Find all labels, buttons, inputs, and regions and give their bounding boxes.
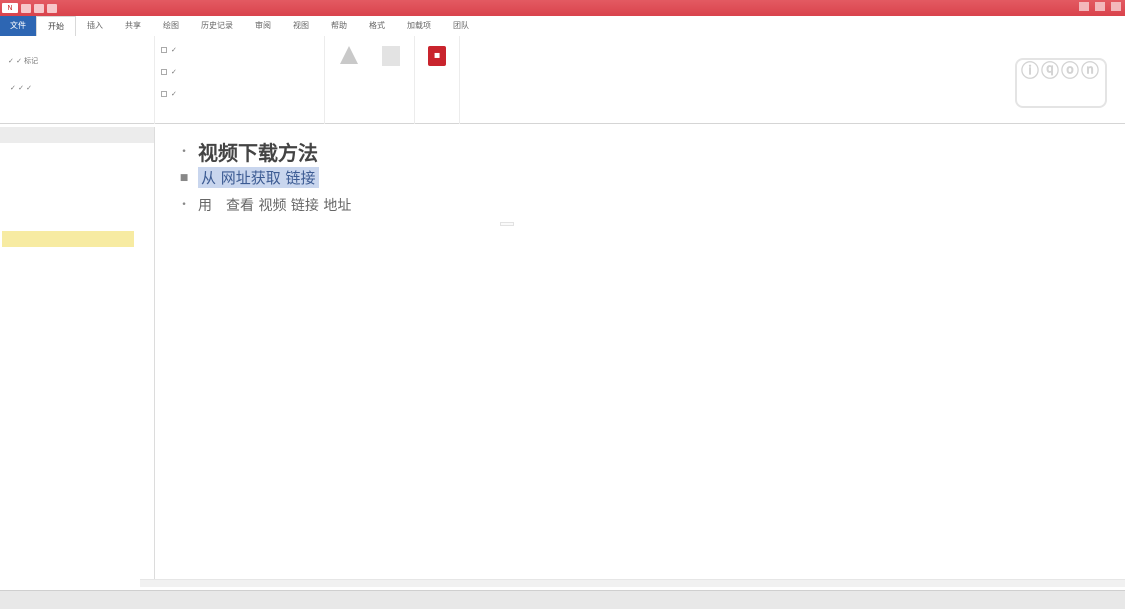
checkbox-icon xyxy=(161,69,167,75)
ribbon-group-tags: ✓ ✓ ✓ xyxy=(155,36,325,124)
outline-line-3[interactable]: • 用 查看 视频 链接 地址 xyxy=(178,195,351,215)
ribbon-group-email xyxy=(325,36,415,124)
paste-options-badge[interactable] xyxy=(500,222,514,226)
triangle-icon xyxy=(340,46,358,64)
ribbon-big-button-3[interactable]: ▪ xyxy=(417,46,457,70)
ribbon-tabs: 文件 开始 插入 共享 绘图 历史记录 审阅 视图 帮助 格式 加载项 团队 xyxy=(0,16,1125,36)
window-controls xyxy=(1079,2,1121,11)
tag-checkbox-3[interactable]: ✓ xyxy=(161,90,177,98)
bullet-icon: ■ xyxy=(179,172,189,183)
highlighted-text: 从 网址获取 链接 xyxy=(198,167,319,188)
notebook-pane xyxy=(0,127,155,579)
save-icon[interactable] xyxy=(21,3,31,13)
minimize-icon[interactable] xyxy=(1079,2,1089,11)
text-prefix: 用 xyxy=(198,198,212,214)
ribbon-mini-1[interactable]: ✓ ✓ 标记 xyxy=(8,56,38,66)
horizontal-scrollbar[interactable] xyxy=(140,579,1125,587)
tab-share[interactable]: 共享 xyxy=(114,16,152,36)
maximize-icon[interactable] xyxy=(1095,2,1105,11)
undo-icon[interactable] xyxy=(34,3,44,13)
page-canvas[interactable]: • 视频下载方法 ■ 从 网址获取 链接 • 用 查看 视频 链接 地址 xyxy=(160,127,1125,579)
ribbon-big-button-1[interactable] xyxy=(329,46,369,68)
tab-history[interactable]: 历史记录 xyxy=(190,16,244,36)
tab-team[interactable]: 团队 xyxy=(442,16,480,36)
close-icon[interactable] xyxy=(1111,2,1121,11)
page-item-selected[interactable] xyxy=(2,231,134,247)
ribbon-mini-2[interactable]: ✓ ✓ ✓ xyxy=(10,84,32,92)
ribbon-big-button-2[interactable] xyxy=(371,46,411,70)
taskbar xyxy=(0,590,1125,609)
tab-review[interactable]: 审阅 xyxy=(244,16,282,36)
red-icon: ▪ xyxy=(428,46,446,66)
gray-icon xyxy=(382,46,400,66)
app-window: N 文件 开始 插入 共享 绘图 历史记录 审阅 视图 帮助 格式 加载项 团队… xyxy=(0,0,1125,609)
checkbox-icon xyxy=(161,47,167,53)
window-title xyxy=(480,2,650,13)
app-icon: N xyxy=(2,3,18,13)
watermark-logo: ⓘⓠⓞⓝ xyxy=(1015,58,1107,108)
outline-line-2[interactable]: ■ 从 网址获取 链接 xyxy=(178,167,319,188)
page-item[interactable] xyxy=(2,213,134,229)
tab-draw[interactable]: 绘图 xyxy=(152,16,190,36)
ribbon: ✓ ✓ 标记 ✓ ✓ ✓ ✓ ✓ ✓ ▪ ⓘⓠⓞⓝ xyxy=(0,36,1125,124)
bullet-icon: • xyxy=(181,200,187,210)
title-bar: N xyxy=(0,0,1125,16)
tab-addins[interactable]: 加载项 xyxy=(396,16,442,36)
redo-icon[interactable] xyxy=(47,3,57,13)
checkbox-icon xyxy=(161,91,167,97)
tab-home[interactable]: 开始 xyxy=(36,16,76,36)
bullet-icon: • xyxy=(181,146,187,157)
tab-file[interactable]: 文件 xyxy=(0,16,36,36)
tab-format[interactable]: 格式 xyxy=(358,16,396,36)
tab-view[interactable]: 视图 xyxy=(282,16,320,36)
quick-access-toolbar: N xyxy=(2,2,57,14)
page-item[interactable] xyxy=(2,249,134,265)
ribbon-group-meetings: ▪ xyxy=(415,36,460,124)
tab-help[interactable]: 帮助 xyxy=(320,16,358,36)
tag-checkbox-2[interactable]: ✓ xyxy=(161,68,177,76)
text-suffix: 查看 视频 链接 地址 xyxy=(226,198,352,214)
ribbon-group-basic: ✓ ✓ 标记 ✓ ✓ ✓ xyxy=(0,36,155,124)
outline-line-1[interactable]: • 视频下载方法 xyxy=(178,137,318,166)
page-heading: 视频下载方法 xyxy=(198,141,318,165)
pane-header xyxy=(0,127,154,143)
tag-checkbox-1[interactable]: ✓ xyxy=(161,46,177,54)
tab-insert[interactable]: 插入 xyxy=(76,16,114,36)
